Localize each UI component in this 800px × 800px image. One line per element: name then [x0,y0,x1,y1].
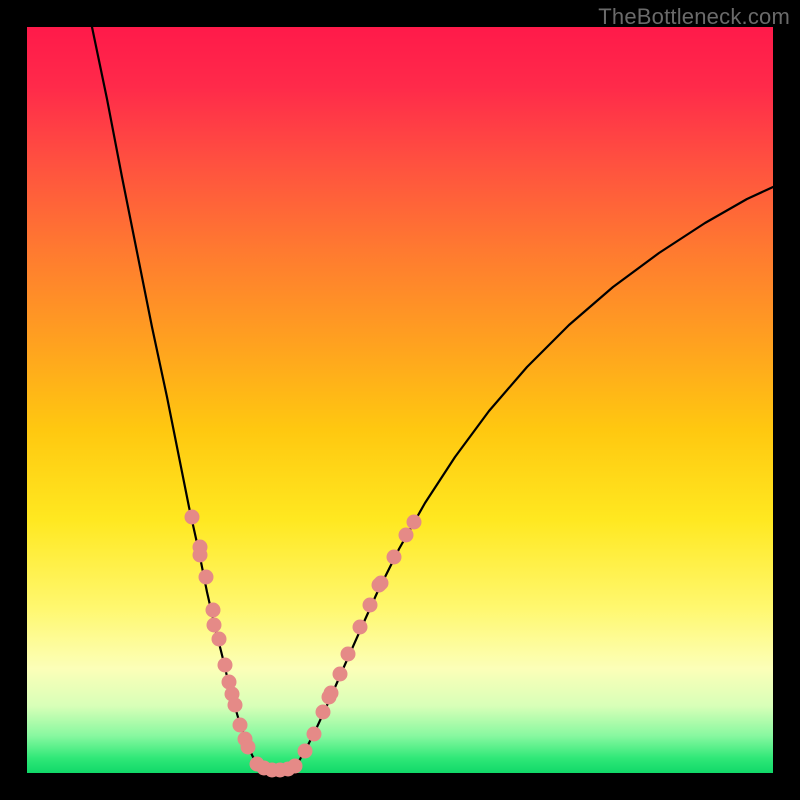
data-point [281,762,296,777]
data-point [207,618,222,633]
data-point [273,763,288,778]
data-point [212,632,227,647]
bottleneck-curve [27,27,773,773]
data-point [238,732,253,747]
data-point [199,570,214,585]
data-point [257,761,272,776]
data-point [316,705,331,720]
data-point [228,698,243,713]
data-point [307,727,322,742]
data-point [399,528,414,543]
data-point [241,740,256,755]
data-point [363,598,378,613]
data-point [225,687,240,702]
data-point [193,548,208,563]
data-point [333,667,348,682]
data-point [250,757,265,772]
data-point [218,658,233,673]
data-point [341,647,356,662]
data-point [407,515,422,530]
data-point [322,690,337,705]
data-point [206,603,221,618]
data-point [298,744,313,759]
data-point [193,540,208,555]
data-point [222,675,237,690]
data-point [265,763,280,778]
data-point [324,686,339,701]
data-point [185,510,200,525]
data-point [372,578,387,593]
data-point [374,576,389,591]
plot-area [27,27,773,773]
watermark: TheBottleneck.com [598,4,790,30]
chart-frame: TheBottleneck.com [0,0,800,800]
data-point [288,759,303,774]
data-point [353,620,368,635]
data-point [233,718,248,733]
data-point [387,550,402,565]
